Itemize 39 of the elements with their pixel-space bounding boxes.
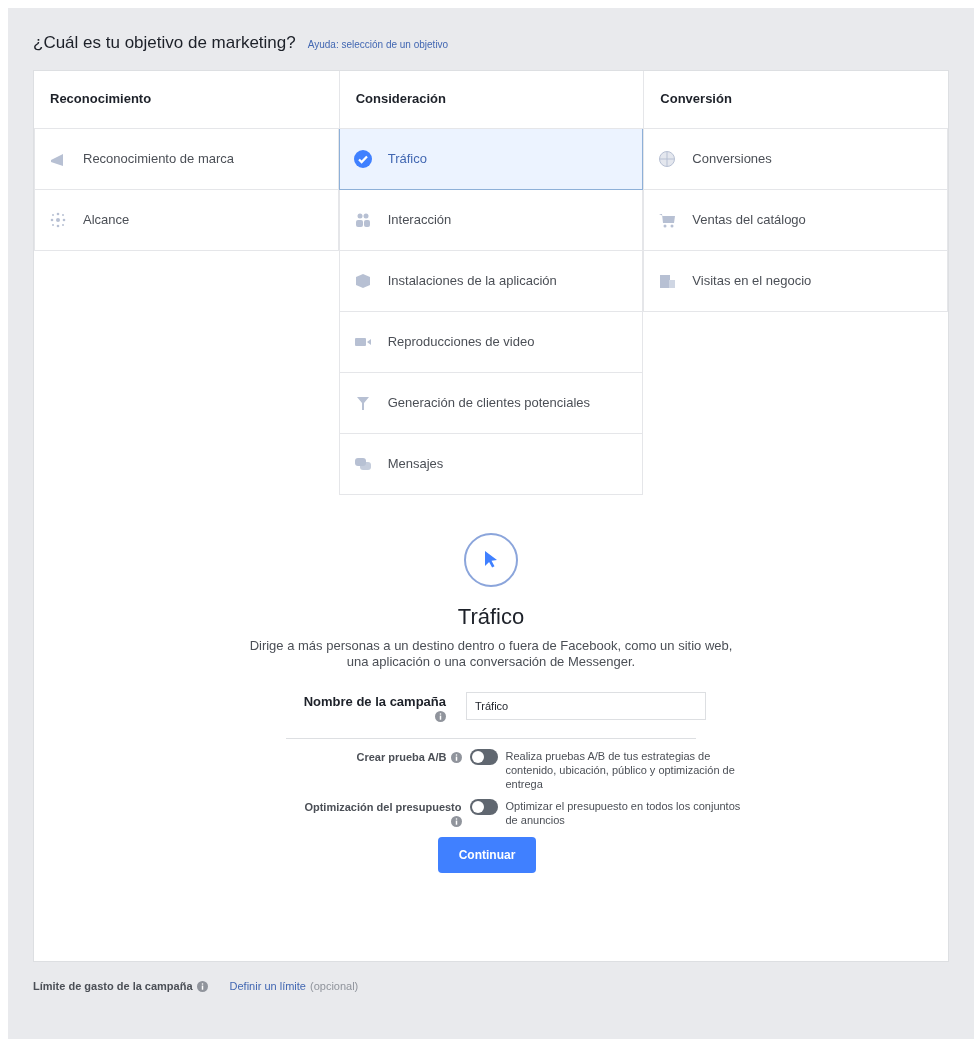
objective-option[interactable]: Reconocimiento de marca — [34, 128, 339, 190]
toggle-switch[interactable] — [469, 799, 498, 815]
objective-option[interactable]: Conversiones — [643, 128, 948, 190]
objective-option[interactable]: Instalaciones de la aplicación — [338, 250, 644, 312]
toggle-description: Optimizar el presupuesto en todos los conjuntos de anuncios — [505, 799, 742, 827]
objective-option[interactable]: Interacción — [338, 189, 644, 251]
field-label: Nombre de la campaña — [303, 692, 446, 711]
objective-description: Dirige a más personas a un destino dentro o fuera de Facebook, como un sitio web, una aplicación o una conversación de Messenger. — [248, 637, 734, 670]
objective-option[interactable]: Visitas en el negocio — [643, 250, 948, 312]
column-header: Conversión — [660, 90, 732, 109]
objective-option[interactable]: Ventas del catálogo — [643, 189, 948, 251]
help-link[interactable]: Ayuda: selección de un objetivo — [307, 37, 449, 52]
spend-limit-label: Límite de gasto de la campaña — [33, 978, 193, 994]
continue-button[interactable]: Continuar — [438, 837, 536, 873]
toggle-label: Crear prueba A/B — [356, 750, 447, 765]
info-icon — [435, 711, 446, 722]
info-icon — [196, 981, 208, 993]
objective-option[interactable]: Reproducciones de video — [338, 311, 644, 373]
checkmark-icon — [353, 149, 372, 168]
globe-icon — [658, 149, 677, 168]
objective-option[interactable]: Tráfico — [338, 128, 644, 190]
info-icon — [450, 815, 462, 827]
column-header: Reconocimiento — [50, 90, 152, 109]
objective-title: Tráfico — [457, 602, 525, 631]
campaign-name-field[interactable]: Tráfico — [466, 691, 706, 720]
package-icon — [353, 271, 372, 290]
sparkle-icon — [49, 210, 67, 229]
toggle-description: Realiza pruebas A/B de tus estrategias de contenido, ubicación, público y optimización de entrega — [505, 749, 736, 791]
set-limit-link[interactable]: Definir un límite — [229, 977, 306, 994]
toggle-label: Optimización del presupuesto — [304, 800, 462, 815]
page-title: ¿Cuál es tu objetivo de marketing? — [33, 32, 296, 54]
cursor-icon — [464, 532, 518, 587]
info-icon — [450, 751, 462, 763]
objective-option[interactable]: Alcance — [34, 189, 339, 251]
column-header: Consideración — [355, 90, 446, 109]
optional-note: (opcional) — [310, 978, 359, 994]
objective-option[interactable]: Mensajes — [338, 433, 644, 495]
objective-option[interactable]: Generación de clientes potenciales — [338, 372, 644, 434]
toggle-switch[interactable] — [469, 749, 498, 765]
